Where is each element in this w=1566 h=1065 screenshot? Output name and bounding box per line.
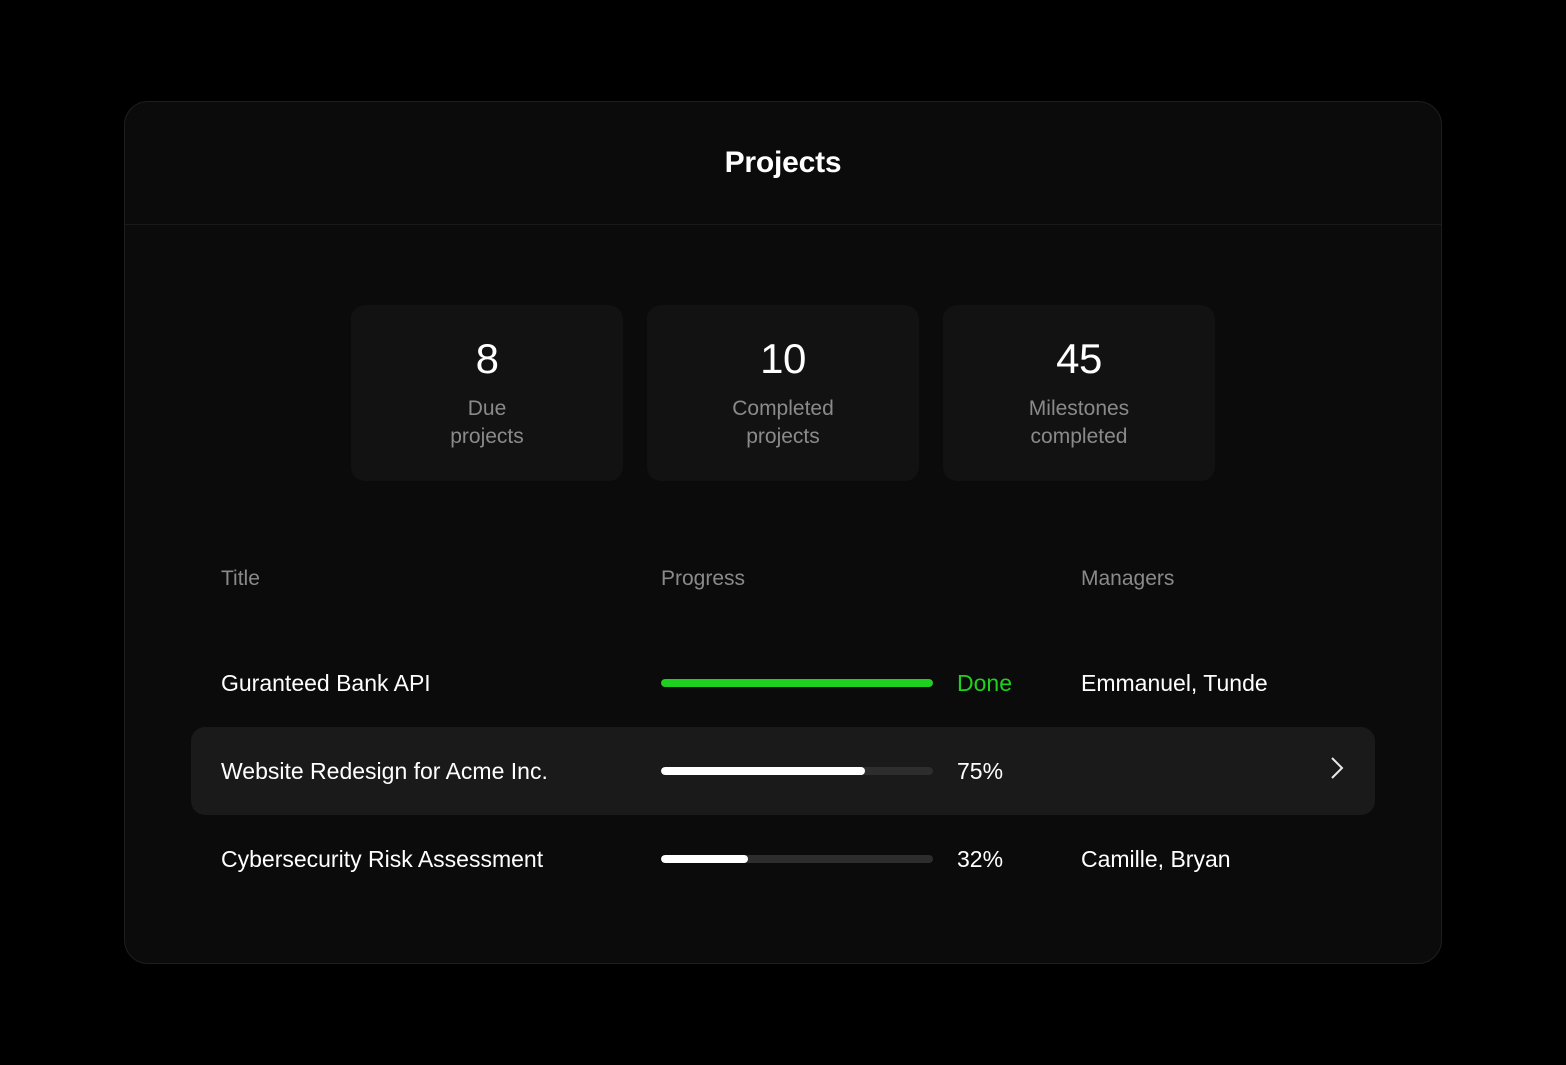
progress-fill [661, 855, 748, 863]
stat-value: 10 [760, 335, 806, 383]
progress-label: 75% [957, 758, 1003, 785]
chevron-right-icon[interactable] [1329, 755, 1345, 787]
progress-bar [661, 855, 933, 863]
progress-label: Done [957, 670, 1012, 697]
project-title: Website Redesign for Acme Inc. [221, 758, 661, 785]
stat-card-milestones[interactable]: 45 Milestones completed [943, 305, 1215, 481]
stat-label: Due projects [450, 395, 524, 452]
project-title: Guranteed Bank API [221, 670, 661, 697]
stats-row: 8 Due projects 10 Completed projects 45 … [125, 225, 1441, 551]
table-header: Title Progress Managers [221, 551, 1345, 639]
project-managers: Emmanuel, Tunde [1081, 670, 1345, 697]
col-header-managers: Managers [1081, 567, 1345, 591]
progress-label: 32% [957, 846, 1003, 873]
project-managers [1081, 755, 1345, 787]
project-progress: Done [661, 670, 1081, 697]
project-managers: Camille, Bryan [1081, 846, 1345, 873]
table-row[interactable]: Cybersecurity Risk Assessment 32% Camille,… [221, 815, 1345, 903]
progress-fill [661, 767, 865, 775]
stat-value: 8 [476, 335, 499, 383]
progress-bar [661, 767, 933, 775]
project-title: Cybersecurity Risk Assessment [221, 846, 661, 873]
progress-bar [661, 679, 933, 687]
page-title: Projects [125, 146, 1441, 180]
stat-label: Completed projects [732, 395, 834, 452]
stat-label: Milestones completed [1029, 395, 1129, 452]
stat-card-due[interactable]: 8 Due projects [351, 305, 623, 481]
panel-header: Projects [125, 102, 1441, 225]
project-progress: 75% [661, 758, 1081, 785]
stat-value: 45 [1056, 335, 1102, 383]
table-row[interactable]: Website Redesign for Acme Inc. 75% [191, 727, 1375, 815]
managers-text: Emmanuel, Tunde [1081, 670, 1268, 697]
projects-panel: Projects 8 Due projects 10 Completed pro… [124, 101, 1442, 964]
stat-card-completed[interactable]: 10 Completed projects [647, 305, 919, 481]
managers-text: Camille, Bryan [1081, 846, 1231, 873]
col-header-progress: Progress [661, 567, 1081, 591]
projects-table: Title Progress Managers Guranteed Bank A… [125, 551, 1441, 963]
table-body: Guranteed Bank API Done Emmanuel, Tunde Web… [221, 639, 1345, 903]
table-row[interactable]: Guranteed Bank API Done Emmanuel, Tunde [221, 639, 1345, 727]
col-header-title: Title [221, 567, 661, 591]
progress-fill [661, 679, 933, 687]
project-progress: 32% [661, 846, 1081, 873]
